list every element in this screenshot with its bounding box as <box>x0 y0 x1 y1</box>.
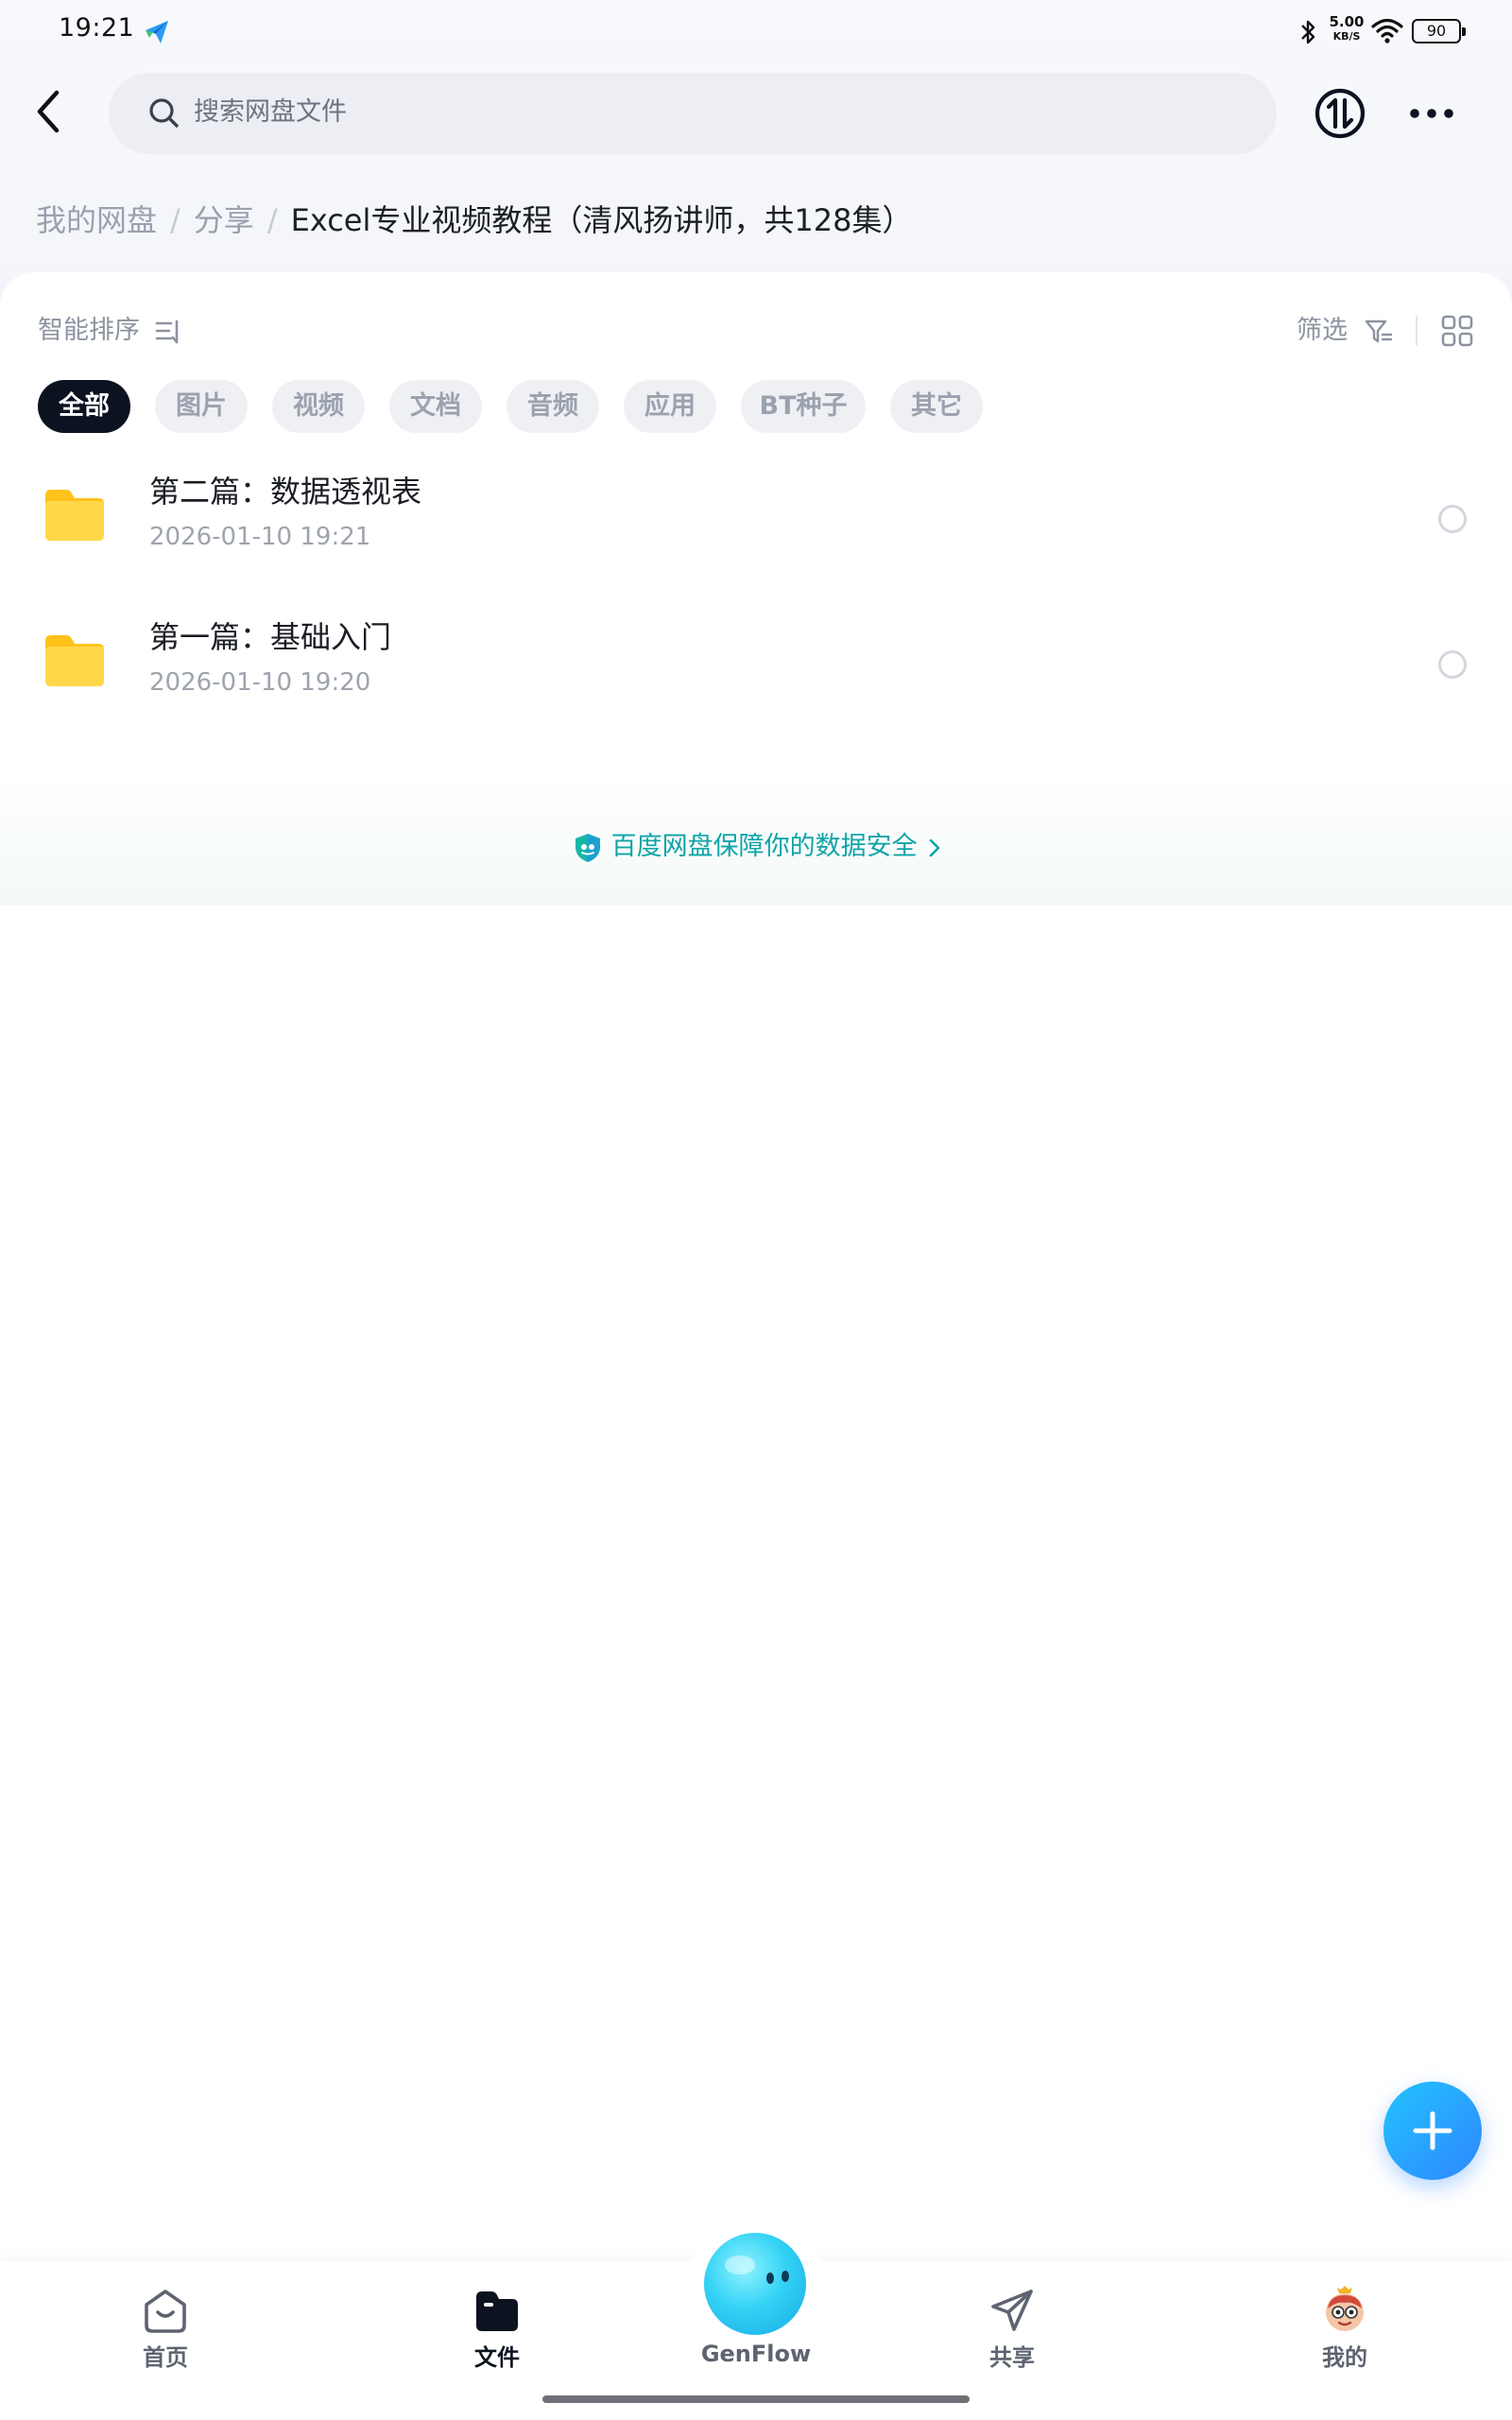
sort-icon <box>155 320 178 343</box>
chip-videos[interactable]: 视频 <box>272 380 365 433</box>
wifi-icon <box>1371 18 1403 43</box>
tab-label: 首页 <box>143 2344 188 2371</box>
battery-indicator: 90 <box>1412 19 1466 43</box>
toolbar-divider <box>1416 316 1418 346</box>
tab-genflow-label[interactable]: GenFlow <box>662 2339 850 2369</box>
send-icon <box>991 2290 1033 2331</box>
folder-icon <box>45 490 104 541</box>
filter-button[interactable]: 筛选 <box>1297 312 1394 350</box>
shield-icon <box>576 833 600 862</box>
folder-icon <box>476 2291 518 2331</box>
security-banner: 百度网盘保障你的数据安全 <box>0 775 1512 906</box>
sort-button[interactable]: 智能排序 <box>38 312 182 350</box>
sort-label: 智能排序 <box>38 316 140 345</box>
file-date: 2026-01-10 19:21 <box>149 523 371 551</box>
status-time: 19:21 <box>59 13 135 43</box>
security-text: 百度网盘保障你的数据安全 <box>610 832 918 861</box>
file-name: 第二篇：数据透视表 <box>149 474 422 510</box>
file-name: 第一篇：基础入门 <box>149 619 392 655</box>
tab-home[interactable]: 首页 <box>90 2286 241 2390</box>
avatar-icon <box>1326 2286 1364 2331</box>
chip-audio[interactable]: 音频 <box>507 380 599 433</box>
network-speed-unit: KB/S <box>1332 30 1361 43</box>
genflow-orb-icon[interactable] <box>704 2233 806 2335</box>
chevron-left-icon[interactable] <box>25 81 72 142</box>
breadcrumb-current: Excel专业视频教程（清风扬讲师，共128集） <box>290 202 913 238</box>
filter-label: 筛选 <box>1297 316 1348 345</box>
security-link[interactable]: 百度网盘保障你的数据安全 <box>573 828 944 866</box>
network-speed-value: 5.00 <box>1329 13 1365 30</box>
filter-icon <box>1365 320 1392 342</box>
chip-images[interactable]: 图片 <box>155 380 248 433</box>
chip-bt-torrents[interactable]: BT种子 <box>741 380 866 433</box>
chevron-right-icon <box>929 838 940 856</box>
app-notification-icon <box>146 21 168 43</box>
home-icon <box>145 2290 186 2333</box>
tab-me[interactable]: 我的 <box>1269 2286 1420 2390</box>
chip-documents[interactable]: 文档 <box>389 380 482 433</box>
plus-icon <box>1413 2111 1452 2151</box>
network-speed: 5.00 KB/S <box>1325 15 1368 43</box>
tab-label: 我的 <box>1322 2344 1367 2371</box>
chip-other[interactable]: 其它 <box>890 380 983 433</box>
tab-label: 文件 <box>474 2344 520 2371</box>
tab-files[interactable]: 文件 <box>421 2286 573 2390</box>
list-item[interactable]: 第二篇：数据透视表 2026-01-10 19:21 <box>0 448 1512 592</box>
chip-apps[interactable]: 应用 <box>624 380 716 433</box>
grid-view-icon[interactable] <box>1440 314 1474 348</box>
select-checkbox[interactable] <box>1438 650 1467 679</box>
list-item[interactable]: 第一篇：基础入门 2026-01-10 19:20 <box>0 594 1512 737</box>
bluetooth-icon <box>1301 20 1315 44</box>
search-input[interactable]: 搜索网盘文件 <box>109 73 1277 154</box>
tab-share[interactable]: 共享 <box>936 2286 1088 2390</box>
transfer-icon[interactable] <box>1314 87 1366 140</box>
chip-all[interactable]: 全部 <box>38 380 130 433</box>
add-button[interactable] <box>1383 2082 1482 2180</box>
select-checkbox[interactable] <box>1438 505 1467 533</box>
tab-label: 共享 <box>989 2344 1035 2371</box>
search-placeholder: 搜索网盘文件 <box>194 97 347 127</box>
genflow-face-icon <box>725 2256 789 2284</box>
more-dots-icon[interactable] <box>1406 95 1457 132</box>
breadcrumb-root[interactable]: 我的网盘 <box>36 202 157 238</box>
breadcrumb: 我的网盘 / 分享 / Excel专业视频教程（清风扬讲师，共128集） <box>36 197 912 244</box>
search-icon <box>149 98 179 128</box>
breadcrumb-separator: / <box>266 202 278 238</box>
folder-icon <box>45 635 104 686</box>
breadcrumb-separator: / <box>170 202 180 238</box>
home-indicator <box>542 2395 970 2403</box>
file-date: 2026-01-10 19:20 <box>149 668 371 697</box>
breadcrumb-parent[interactable]: 分享 <box>194 202 254 238</box>
status-bar: 19:21 5.00 KB/S 90 <box>0 0 1512 62</box>
